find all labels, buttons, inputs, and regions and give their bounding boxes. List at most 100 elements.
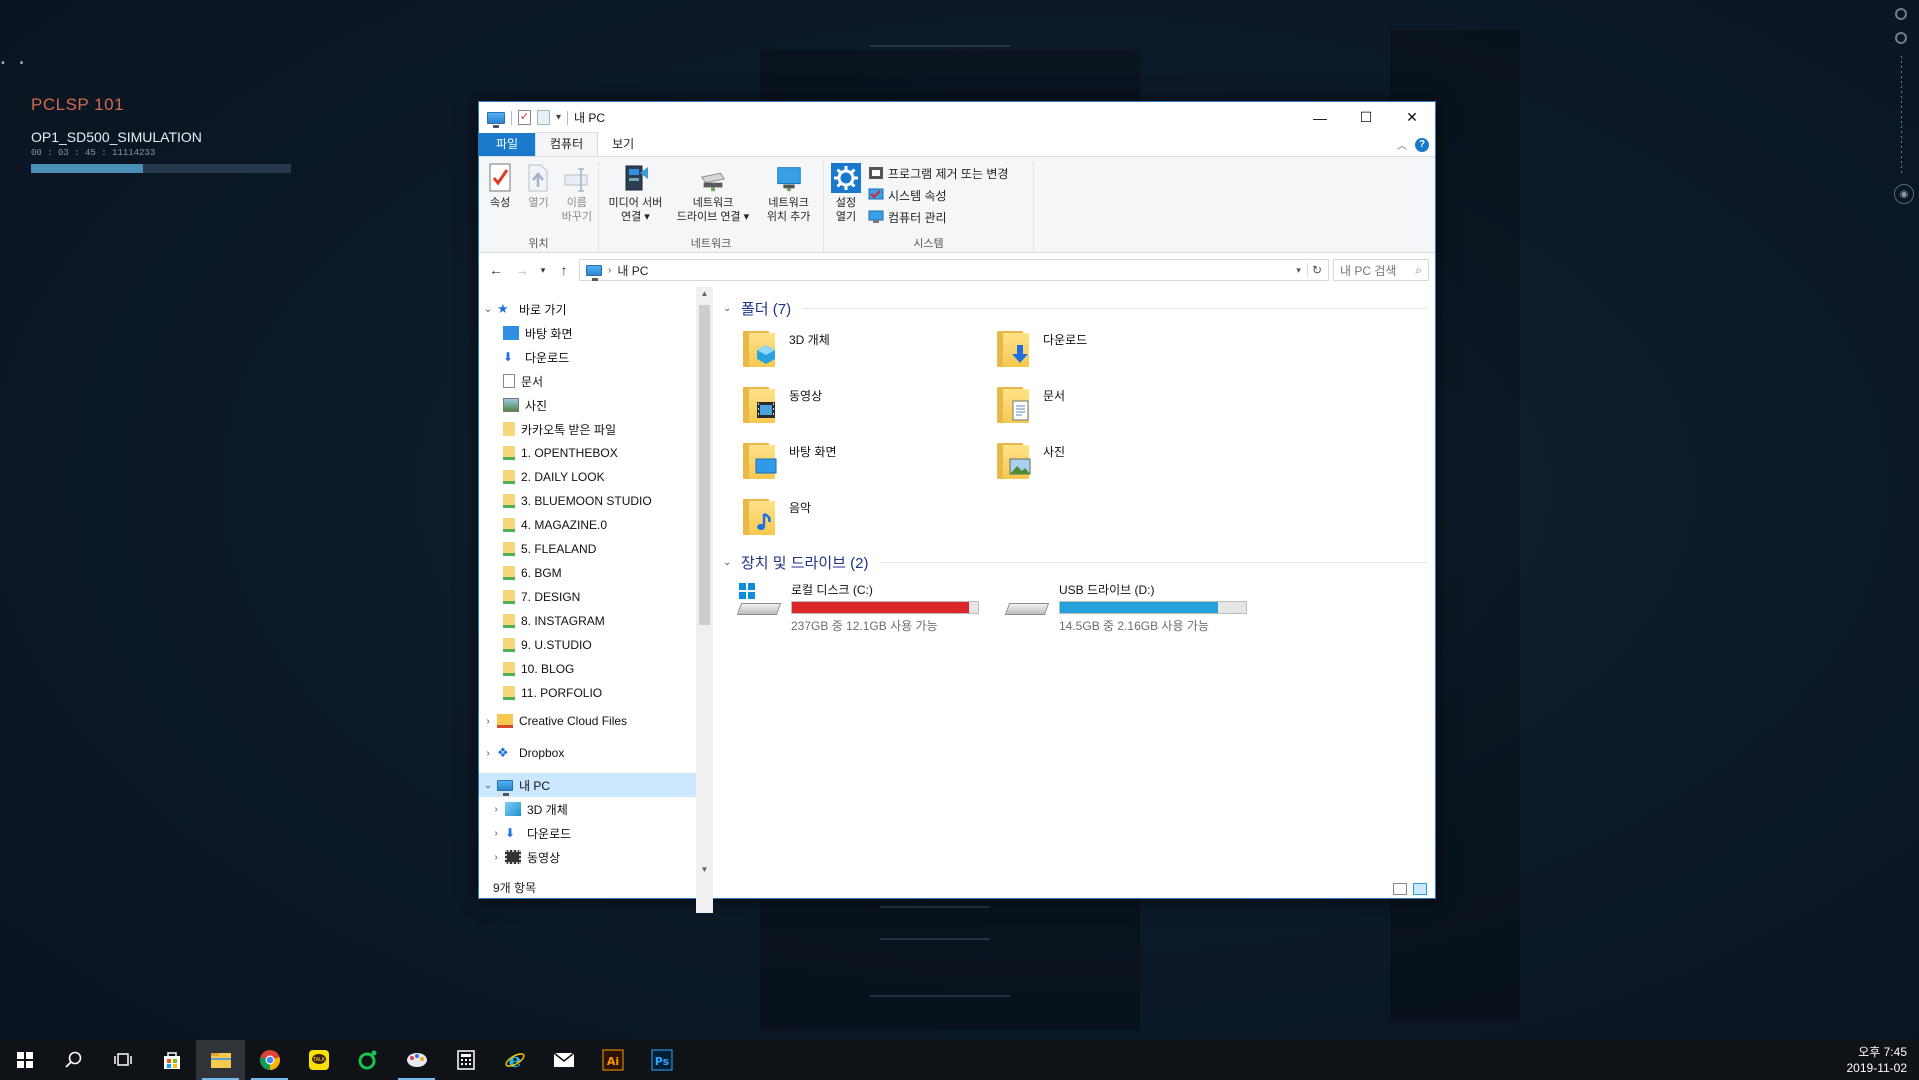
downloads-folder[interactable]: 다운로드: [995, 327, 1249, 371]
back-arrow-icon[interactable]: ←: [485, 262, 507, 278]
maximize-button[interactable]: ☐: [1343, 102, 1389, 133]
nav-quick-item[interactable]: 1. OPENTHEBOX📌: [479, 441, 713, 465]
scroll-thumb[interactable]: [699, 305, 710, 625]
music-folder[interactable]: 음악: [741, 495, 995, 539]
rename-button[interactable]: 이름 바꾸기: [560, 162, 594, 236]
kakaotalk-icon[interactable]: TALK: [294, 1040, 343, 1080]
up-arrow-icon[interactable]: ↑: [553, 262, 575, 278]
paint-palette-icon[interactable]: [392, 1040, 441, 1080]
address-bar[interactable]: › 내 PC ▾ ↻: [579, 259, 1329, 281]
nav-quick-item[interactable]: 사진📌: [479, 393, 713, 417]
desktop-folder[interactable]: 바탕 화면: [741, 439, 995, 483]
expand-chevron-icon[interactable]: ›: [487, 828, 505, 839]
this-pc-icon[interactable]: [487, 111, 505, 128]
expand-chevron-icon[interactable]: ›: [479, 716, 497, 727]
breadcrumb[interactable]: 내 PC: [617, 262, 648, 279]
calculator-icon[interactable]: [441, 1040, 490, 1080]
computer-management-button[interactable]: 컴퓨터 관리: [868, 206, 1008, 228]
store-icon[interactable]: [147, 1040, 196, 1080]
collapse-chevron-icon[interactable]: ⌄: [723, 557, 735, 568]
photoshop-icon[interactable]: Ps: [637, 1040, 686, 1080]
large-icons-view-icon[interactable]: [1413, 883, 1427, 895]
pictures-folder[interactable]: 사진: [995, 439, 1249, 483]
nav-quick-item[interactable]: 9. U.STUDIO📌: [479, 633, 713, 657]
search-input[interactable]: 내 PC 검색 ⌕: [1333, 259, 1429, 281]
line-icon[interactable]: [343, 1040, 392, 1080]
nav-quick-item[interactable]: 바탕 화면📌: [479, 321, 713, 345]
eye-icon[interactable]: ◉: [1894, 184, 1914, 204]
scroll-down-icon[interactable]: ▼: [696, 865, 713, 874]
internet-explorer-icon[interactable]: e: [490, 1040, 539, 1080]
videos-folder[interactable]: 동영상: [741, 383, 995, 427]
expand-chevron-icon[interactable]: ⌄: [479, 780, 497, 791]
expand-chevron-icon[interactable]: ⌄: [479, 304, 497, 315]
file-explorer-icon[interactable]: [196, 1040, 245, 1080]
media-server-button[interactable]: 미디어 서버 연결 ▾: [603, 162, 668, 236]
drives-section-header[interactable]: ⌄ 장치 및 드라이브 (2): [723, 551, 1427, 573]
media-server-icon: [620, 162, 650, 194]
properties-button[interactable]: 속성: [483, 162, 517, 236]
nav-quick-item[interactable]: 문서📌: [479, 369, 713, 393]
nav-quick-item[interactable]: 11. PORFOLIO📌: [479, 681, 713, 705]
nav-quick-item[interactable]: 7. DESIGN📌: [479, 585, 713, 609]
usb-drive-d[interactable]: USB 드라이브 (D:) 14.5GB 중 2.16GB 사용 가능: [1004, 581, 1259, 634]
details-view-icon[interactable]: [1393, 883, 1407, 895]
properties-icon: [485, 162, 515, 194]
refresh-icon[interactable]: ↻: [1306, 263, 1322, 277]
nav-label: 다운로드: [527, 826, 572, 841]
expand-chevron-icon[interactable]: ›: [479, 748, 497, 759]
add-network-location-button[interactable]: 네트워크 위치 추가: [758, 162, 819, 236]
nav-scrollbar[interactable]: ▲ ▼: [696, 287, 713, 913]
search-icon[interactable]: [49, 1040, 98, 1080]
task-view-icon[interactable]: [98, 1040, 147, 1080]
tab-computer[interactable]: 컴퓨터: [535, 132, 599, 156]
drive-name: USB 드라이브 (D:): [1059, 583, 1155, 597]
nav-quick-item[interactable]: 2. DAILY LOOK📌: [479, 465, 713, 489]
nav-quick-item[interactable]: 4. MAGAZINE.0📌: [479, 513, 713, 537]
close-button[interactable]: ✕: [1389, 102, 1435, 133]
nav-creative-cloud[interactable]: › Creative Cloud Files: [479, 709, 713, 733]
nav-quick-item[interactable]: 카카오톡 받은 파일📌: [479, 417, 713, 441]
help-icon[interactable]: ?: [1415, 137, 1429, 152]
local-disk-c[interactable]: 로컬 디스크 (C:) 237GB 중 12.1GB 사용 가능: [736, 581, 991, 634]
forward-arrow-icon[interactable]: →: [511, 262, 533, 278]
scroll-up-icon[interactable]: ▲: [696, 289, 713, 298]
nav-dropbox[interactable]: › ❖ Dropbox: [479, 741, 713, 765]
recent-locations-chevron-icon[interactable]: ▾: [537, 265, 549, 276]
map-network-drive-button[interactable]: 네트워크 드라이브 연결 ▾: [672, 162, 754, 236]
nav-quick-item[interactable]: 10. BLOG📌: [479, 657, 713, 681]
taskbar-clock[interactable]: 오후 7:45 2019-11-02: [1847, 1044, 1908, 1076]
tab-file[interactable]: 파일: [479, 133, 535, 156]
expand-chevron-icon[interactable]: ›: [487, 804, 505, 815]
tab-view[interactable]: 보기: [598, 133, 648, 156]
address-dropdown-icon[interactable]: ▾: [1296, 265, 1301, 276]
expand-chevron-icon[interactable]: ›: [487, 852, 505, 863]
start-windows-icon[interactable]: [0, 1040, 49, 1080]
illustrator-icon[interactable]: Ai: [588, 1040, 637, 1080]
collapse-chevron-icon[interactable]: ⌄: [723, 303, 735, 314]
mail-icon[interactable]: [539, 1040, 588, 1080]
collapse-ribbon-icon[interactable]: ︿: [1397, 137, 1407, 152]
nav-quick-item[interactable]: 6. BGM📌: [479, 561, 713, 585]
new-folder-icon[interactable]: [537, 110, 550, 125]
nav-quick-item[interactable]: 8. INSTAGRAM📌: [479, 609, 713, 633]
documents-folder[interactable]: 문서: [995, 383, 1249, 427]
chrome-icon[interactable]: [245, 1040, 294, 1080]
minimize-button[interactable]: —: [1297, 102, 1343, 133]
system-properties-button[interactable]: 시스템 속성: [868, 184, 1008, 206]
properties-check-icon[interactable]: ✓: [518, 110, 531, 125]
nav-pc-item[interactable]: › ⬇ 다운로드: [479, 821, 713, 845]
nav-quick-item[interactable]: 5. FLEALAND📌: [479, 537, 713, 561]
open-button[interactable]: 열기: [521, 162, 555, 236]
nav-pc-item[interactable]: › 3D 개체: [479, 797, 713, 821]
nav-quick-item[interactable]: 3. BLUEMOON STUDIO📌: [479, 489, 713, 513]
open-settings-button[interactable]: 설정 열기: [828, 162, 864, 236]
nav-quick-item[interactable]: ⬇다운로드📌: [479, 345, 713, 369]
3d-objects-folder[interactable]: 3D 개체: [741, 327, 995, 371]
folders-section-header[interactable]: ⌄ 폴더 (7): [723, 297, 1427, 319]
nav-quick-access[interactable]: ⌄ ★ 바로 가기: [479, 297, 713, 321]
customize-toolbar-icon[interactable]: ▾: [556, 112, 561, 123]
nav-pc-item[interactable]: › 동영상: [479, 845, 713, 869]
nav-this-pc[interactable]: ⌄ 내 PC: [479, 773, 713, 797]
uninstall-program-button[interactable]: 프로그램 제거 또는 변경: [868, 162, 1008, 184]
